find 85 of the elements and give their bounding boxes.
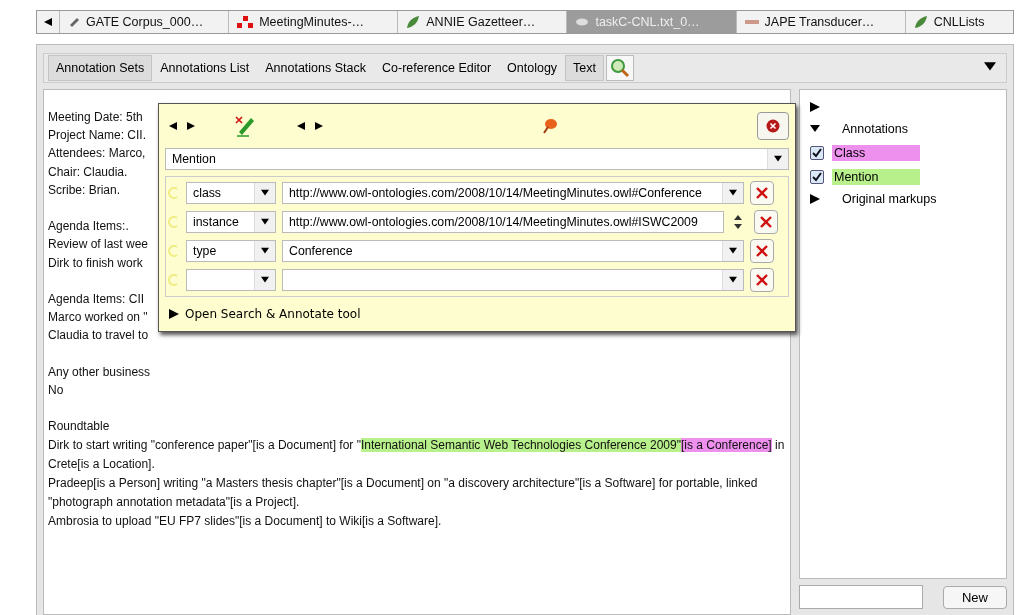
feature-name-dropdown[interactable]: type bbox=[186, 240, 276, 262]
next-icon[interactable] bbox=[315, 122, 323, 130]
feature-name-dropdown[interactable]: class bbox=[186, 182, 276, 204]
dropdown-icon[interactable] bbox=[261, 189, 269, 197]
set-name-field[interactable] bbox=[799, 585, 923, 609]
document-line: Agenda Items: CII bbox=[48, 291, 145, 308]
dropdown-icon[interactable] bbox=[261, 218, 269, 226]
tab-label: taskC-CNL.txt_0… bbox=[595, 15, 700, 29]
document-line: Claudia to travel to bbox=[48, 327, 149, 345]
next-icon[interactable] bbox=[187, 122, 195, 130]
document-line: Attendees: Marco, bbox=[48, 145, 146, 163]
view-toggle-button[interactable]: Annotations Stack bbox=[257, 55, 374, 81]
feature-name-dropdown[interactable]: instance bbox=[186, 211, 276, 233]
feature-marker-icon bbox=[168, 245, 180, 257]
document-line: Dirk to finish work bbox=[48, 254, 143, 272]
previous-icon[interactable] bbox=[169, 122, 177, 130]
previous-icon[interactable] bbox=[297, 122, 305, 130]
search-tool-toggle[interactable]: Open Search & Annotate tool bbox=[185, 307, 361, 321]
pin-icon[interactable] bbox=[541, 117, 559, 135]
tab-label: ANNIE Gazetteer… bbox=[426, 15, 536, 29]
tab-label: GATE Corpus_000… bbox=[86, 15, 204, 29]
delete-icon bbox=[756, 274, 768, 286]
dropdown-icon[interactable] bbox=[774, 155, 782, 163]
document-line: No bbox=[48, 382, 64, 399]
delete-icon bbox=[760, 216, 772, 228]
nodes-icon bbox=[237, 16, 254, 28]
delete-feature-button[interactable] bbox=[754, 210, 778, 234]
checkbox[interactable] bbox=[810, 146, 824, 160]
delete-icon bbox=[756, 187, 768, 199]
view-toggle-button[interactable]: Text bbox=[565, 55, 605, 81]
document-line: Marco worked on " bbox=[48, 309, 148, 327]
delete-pencil-icon[interactable] bbox=[233, 114, 257, 138]
delete-feature-button[interactable] bbox=[750, 268, 774, 292]
feature-marker-icon bbox=[168, 216, 180, 228]
new-set-button[interactable]: New bbox=[943, 585, 1007, 609]
close-button[interactable] bbox=[757, 112, 789, 140]
annotation-type-label[interactable]: Class bbox=[832, 145, 920, 161]
dropdown-icon[interactable] bbox=[729, 247, 737, 255]
view-toggle-button[interactable]: Ontology bbox=[499, 55, 566, 81]
expand-icon[interactable] bbox=[810, 194, 820, 204]
document-line: Meeting Date: 5th bbox=[48, 109, 143, 126]
document-line: Project Name: CII. bbox=[48, 127, 147, 145]
expand-icon[interactable] bbox=[810, 102, 820, 112]
document-paragraph: Pradeep[is a Person] writing "a Masters thesis chapter"[is a Document] on "a discovery architecture"[is a Software] for portable, linked "photograph annotation metadata"[is a Project]. bbox=[48, 474, 759, 511]
leaf-icon bbox=[406, 15, 421, 29]
checkbox[interactable] bbox=[810, 170, 824, 184]
annotation-type-dropdown[interactable]: Mention bbox=[165, 148, 789, 170]
document-paragraph: Ambrosia to upload "EU FP7 slides"[is a Document] to Wiki[is a Software]. bbox=[48, 512, 443, 530]
document-line: Agenda Items:. bbox=[48, 218, 129, 236]
expand-icon[interactable] bbox=[169, 309, 179, 319]
dropdown-icon[interactable] bbox=[729, 189, 737, 197]
document-line: Any other business bbox=[48, 363, 151, 381]
feature-value-dropdown[interactable]: http://www.owl-ontologies.com/2008/10/14/MeetingMinutes.owl#Conference bbox=[282, 182, 744, 204]
dropdown-icon[interactable] bbox=[729, 276, 737, 284]
document-line: Scribe: Brian. bbox=[48, 181, 121, 199]
delete-feature-button[interactable] bbox=[750, 239, 774, 263]
feature-marker-icon bbox=[168, 274, 180, 286]
tab-label: JAPE Transducer… bbox=[764, 15, 875, 29]
feature-value-dropdown[interactable]: Conference bbox=[282, 240, 744, 262]
dropdown-icon[interactable] bbox=[261, 276, 269, 284]
dropdown-icon[interactable] bbox=[261, 247, 269, 255]
tab-label: CNLLists bbox=[933, 15, 985, 29]
close-icon bbox=[766, 119, 780, 133]
search-button[interactable] bbox=[606, 55, 635, 81]
feature-marker-icon bbox=[168, 187, 180, 199]
collapse-icon[interactable] bbox=[810, 124, 820, 134]
tab-label: MeetingMinutes-… bbox=[259, 15, 365, 29]
document-line: Chair: Claudia. bbox=[48, 163, 128, 181]
spinner-icon[interactable] bbox=[732, 214, 744, 230]
document-line: Roundtable bbox=[48, 418, 110, 436]
annotation-type-label[interactable]: Mention bbox=[832, 169, 920, 185]
delete-icon bbox=[756, 245, 768, 257]
document-paragraph: Dirk to start writing "conference paper"[is a Document] for "International Semantic Web Technologies Conference 2009"[is a Conference] in Crete[is a Location]. bbox=[48, 436, 786, 473]
annotation-set-label[interactable]: Original markups bbox=[840, 191, 939, 207]
annotation-set-label[interactable]: Annotations bbox=[840, 121, 911, 137]
document-line: Review of last wee bbox=[48, 236, 149, 254]
view-toggle-button[interactable]: Annotation Sets bbox=[48, 55, 153, 81]
dropdown-icon[interactable] bbox=[984, 61, 996, 73]
feature-value-field[interactable]: http://www.owl-ontologies.com/2008/10/14/MeetingMinutes.owl#ISWC2009 bbox=[282, 211, 724, 233]
delete-feature-button[interactable] bbox=[750, 181, 774, 205]
search-icon bbox=[610, 58, 631, 78]
leaf-icon bbox=[913, 15, 928, 29]
view-toggle-button[interactable]: Co-reference Editor bbox=[374, 55, 500, 81]
scroll-left-icon[interactable] bbox=[44, 18, 52, 26]
view-toggle-button[interactable]: Annotations List bbox=[152, 55, 258, 81]
